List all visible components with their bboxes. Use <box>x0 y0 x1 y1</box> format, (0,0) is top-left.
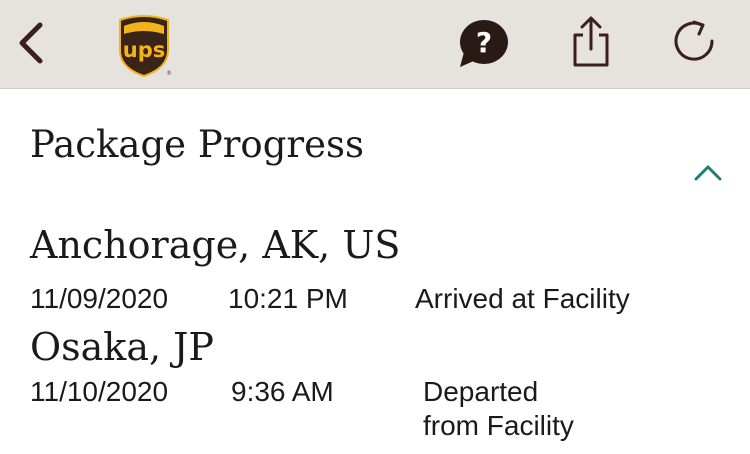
share-button[interactable] <box>566 14 616 70</box>
chevron-up-icon <box>694 165 722 181</box>
svg-text:ups: ups <box>123 38 165 62</box>
event-date: 11/10/2020 <box>30 376 169 407</box>
section-title: Package Progress <box>30 123 364 166</box>
event-location: Osaka, JP <box>30 325 214 369</box>
event-status-line1: Arrived at Facility <box>415 283 630 314</box>
event-location: Anchorage, AK, US <box>30 223 401 267</box>
chevron-left-icon <box>19 22 43 64</box>
event-date: 11/09/2020 <box>30 283 169 314</box>
event-time: 10:21 PM <box>228 283 348 314</box>
question-bubble-icon: ? <box>460 20 508 67</box>
refresh-button[interactable] <box>670 16 720 68</box>
event-status: Arrived at Facility <box>415 282 630 316</box>
event-status-line1: Departed <box>423 376 539 407</box>
ups-logo: ups ® <box>116 12 172 78</box>
top-toolbar: ups ® ? <box>0 0 750 89</box>
event-time: 9:36 AM <box>231 376 334 407</box>
share-icon <box>573 16 609 67</box>
svg-text:®: ® <box>166 70 172 77</box>
refresh-icon <box>674 20 714 61</box>
help-button[interactable]: ? <box>456 18 510 70</box>
event-status-line2: from Facility <box>423 410 574 441</box>
event-status: Departed from Facility <box>423 375 574 443</box>
collapse-section-button[interactable] <box>690 158 726 186</box>
svg-text:?: ? <box>476 26 492 59</box>
back-button[interactable] <box>8 14 54 72</box>
